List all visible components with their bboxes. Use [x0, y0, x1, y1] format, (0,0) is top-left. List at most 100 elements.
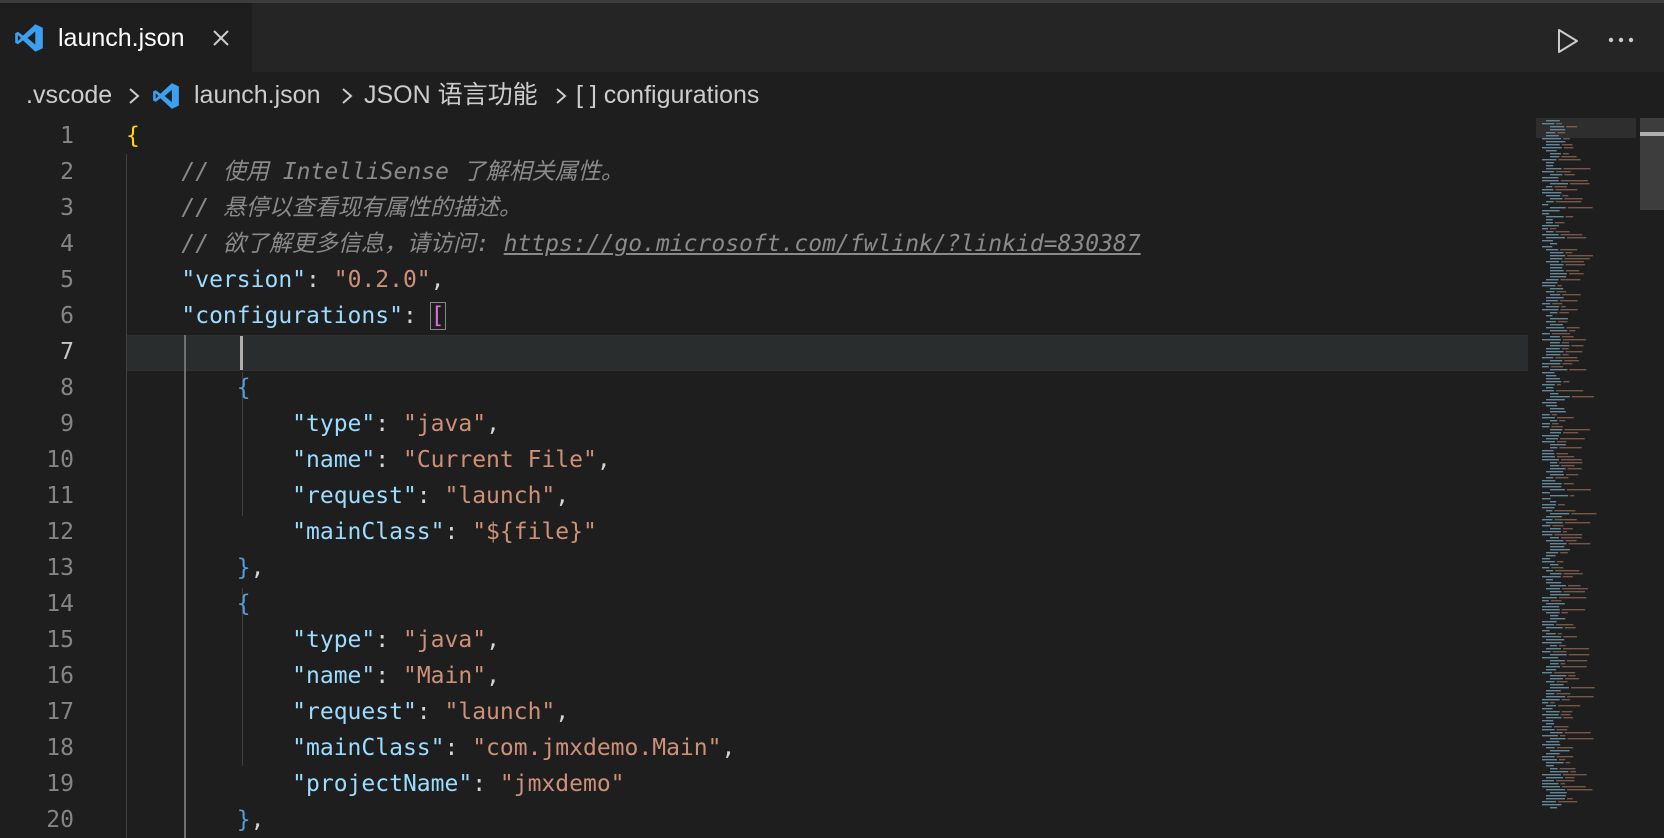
minimap-line — [1542, 801, 1557, 803]
minimap-line — [1550, 288, 1564, 290]
minimap-line — [1560, 438, 1585, 440]
minimap-line — [1557, 321, 1568, 323]
minimap-line — [1558, 801, 1578, 803]
code-editor[interactable]: 1 2 3 4 5 6 7 8 9 10 11 12 13 14 15 16 17 18 19 20 { // 使用 … — [0, 118, 1664, 838]
scrollbar-track[interactable] — [1640, 118, 1664, 838]
minimap-line — [1559, 735, 1566, 737]
minimap-line — [1542, 402, 1557, 404]
minimap-line — [1542, 531, 1561, 533]
minimap-line — [1546, 249, 1559, 251]
minimap-line — [1559, 768, 1576, 770]
minimap-line — [1546, 297, 1564, 299]
minimap-line — [1550, 528, 1561, 530]
minimap-line — [1552, 525, 1564, 527]
minimap-line — [1550, 243, 1558, 245]
breadcrumb-configurations[interactable]: [ ] configurations — [576, 80, 759, 110]
minimap-line — [1546, 306, 1560, 308]
minimap-line — [1562, 648, 1590, 650]
minimap-line — [1555, 357, 1578, 359]
minimap-line — [1550, 732, 1563, 734]
minimap-line — [1562, 576, 1573, 578]
minimap-line — [1546, 639, 1565, 641]
breadcrumb-launch-json[interactable]: launch.json — [194, 80, 320, 110]
minimap-line — [1566, 489, 1592, 491]
json-string: "java" — [402, 627, 487, 653]
minimap-line — [1542, 453, 1555, 455]
minimap-line — [1550, 615, 1559, 617]
minimap-line — [1560, 249, 1578, 251]
minimap-line — [1546, 696, 1566, 698]
minimap-line — [1559, 312, 1569, 314]
json-key: "mainClass" — [292, 519, 445, 545]
minimap-line — [1560, 714, 1571, 716]
minimap-viewport[interactable] — [1536, 118, 1636, 138]
minimap-line — [1562, 363, 1573, 365]
minimap-line — [1542, 366, 1549, 368]
minimap-line — [1550, 663, 1559, 665]
vscode-icon — [15, 24, 43, 52]
minimap-line — [1546, 195, 1561, 197]
minimap-line — [1550, 273, 1567, 275]
minimap-line — [1567, 696, 1594, 698]
minimap-line — [1566, 327, 1580, 329]
minimap-line — [1542, 303, 1551, 305]
minimap-line — [1554, 519, 1577, 521]
minimap-line — [1546, 300, 1558, 302]
code-line: // 使用 IntelliSense 了解相关属性。 — [126, 154, 623, 190]
tab-launch-json[interactable]: launch.json — [0, 3, 252, 72]
minimap-line — [1563, 636, 1577, 638]
minimap-line — [1542, 657, 1559, 659]
minimap-line — [1550, 807, 1557, 809]
minimap-line — [1561, 609, 1586, 611]
breadcrumb-json-language[interactable]: JSON 语言功能 — [364, 80, 538, 110]
minimap-line — [1542, 426, 1550, 428]
minimap-line — [1567, 585, 1581, 587]
minimap[interactable] — [1536, 118, 1636, 838]
minimap-line — [1550, 585, 1566, 587]
comment-text: // 欲了解更多信息，请访问: — [181, 231, 504, 257]
minimap-line — [1563, 483, 1574, 485]
breadcrumb-vscode-folder[interactable]: .vscode — [26, 80, 112, 110]
run-icon[interactable] — [1556, 27, 1580, 55]
minimap-line — [1550, 258, 1563, 260]
code-area[interactable]: { // 使用 IntelliSense 了解相关属性。 // 悬停以查看现有属… — [0, 118, 1530, 838]
current-line-highlight — [126, 335, 1528, 371]
close-icon[interactable] — [210, 27, 232, 49]
minimap-line — [1550, 462, 1558, 464]
comment-link[interactable]: https://go.microsoft.com/fwlink/?linkid=… — [504, 231, 1141, 257]
minimap-line — [1557, 285, 1562, 287]
minimap-line — [1561, 144, 1573, 146]
minimap-line — [1542, 417, 1555, 419]
more-icon[interactable] — [1608, 33, 1634, 47]
minimap-line — [1561, 156, 1577, 158]
minimap-line — [1566, 660, 1588, 662]
minimap-line — [1550, 408, 1565, 410]
minimap-line — [1546, 669, 1557, 671]
minimap-line — [1542, 309, 1559, 311]
minimap-line — [1560, 180, 1588, 182]
minimap-line — [1542, 171, 1555, 173]
minimap-line — [1569, 330, 1576, 332]
minimap-line — [1562, 666, 1587, 668]
minimap-line — [1565, 762, 1571, 764]
json-key: "request" — [292, 699, 417, 725]
minimap-line — [1542, 240, 1554, 242]
minimap-line — [1546, 555, 1556, 557]
minimap-line — [1561, 699, 1570, 701]
json-string: "${file}" — [472, 519, 597, 545]
minimap-line — [1542, 498, 1551, 500]
minimap-line — [1571, 345, 1584, 347]
minimap-line — [1561, 336, 1574, 338]
minimap-line — [1562, 294, 1581, 296]
minimap-line — [1546, 261, 1559, 263]
minimap-line — [1542, 483, 1562, 485]
minimap-line — [1550, 474, 1565, 476]
minimap-line — [1563, 591, 1585, 593]
minimap-line — [1546, 648, 1561, 650]
minimap-line — [1542, 357, 1554, 359]
minimap-line — [1546, 348, 1560, 350]
minimap-line — [1551, 414, 1558, 416]
json-string: "jmxdemo" — [499, 771, 625, 797]
minimap-line — [1564, 522, 1591, 524]
minimap-line — [1546, 765, 1554, 767]
